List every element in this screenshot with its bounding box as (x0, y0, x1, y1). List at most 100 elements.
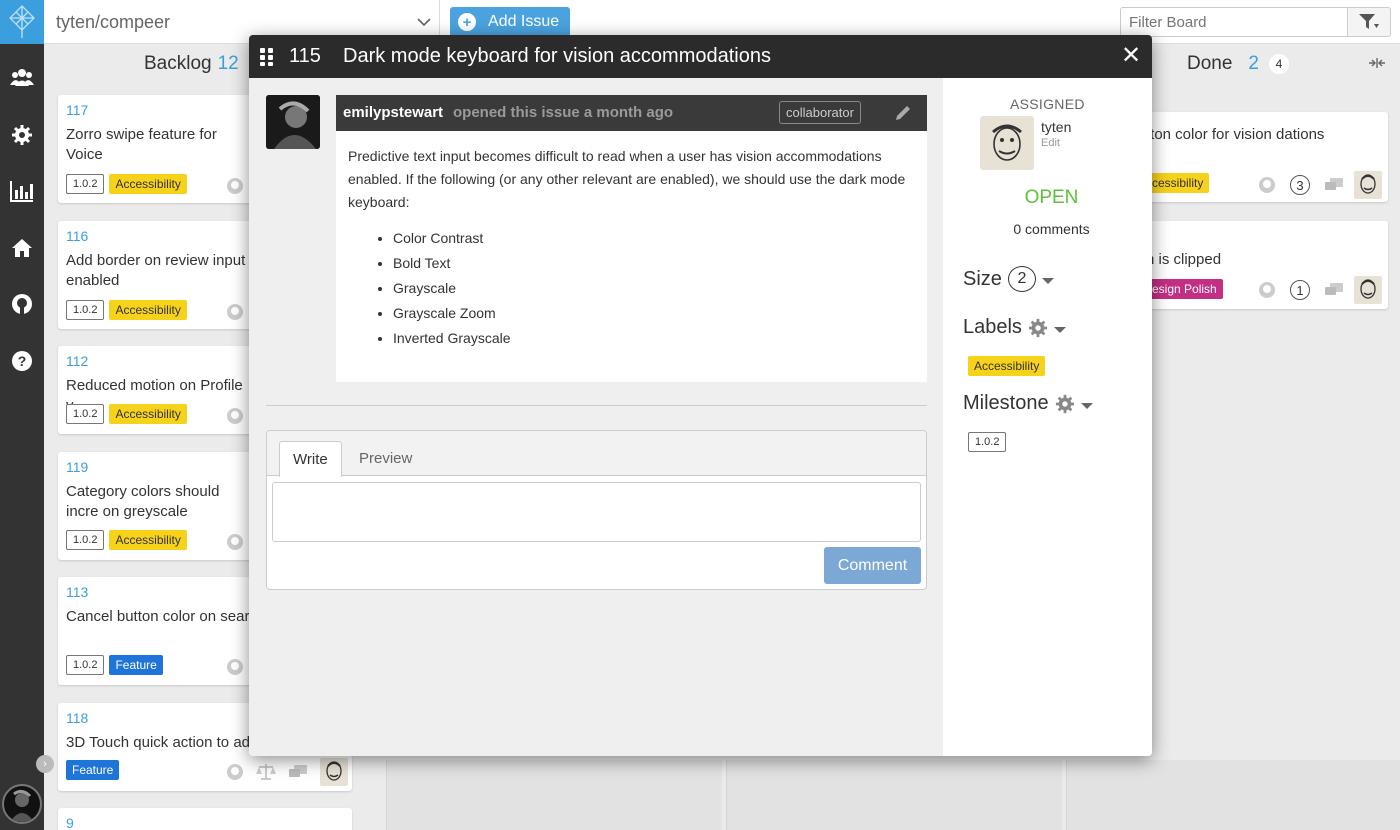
filter-board-input[interactable] (1120, 7, 1348, 37)
tab-preview[interactable]: Preview (346, 441, 425, 476)
author-avatar[interactable] (266, 95, 320, 149)
issue-title: Cancel button color on sear (66, 608, 250, 625)
issue-body-text: Predictive text input becomes difficult … (348, 148, 906, 210)
issue-title: Category colors should incre on greyscal… (66, 483, 220, 520)
github-icon[interactable] (1258, 176, 1276, 199)
issue-title: n is clipped (1146, 251, 1222, 268)
done-wip-badge: 4 (1269, 54, 1289, 74)
close-icon[interactable]: ✕ (1121, 44, 1141, 68)
labels-section: Labels (963, 316, 1066, 339)
label-tag: Accessibility (109, 530, 187, 550)
pencil-icon[interactable] (894, 104, 912, 127)
issue-card[interactable]: 9 (58, 808, 352, 830)
expand-sidebar-icon[interactable]: › (36, 755, 54, 773)
list-item: Bold Text (393, 251, 915, 276)
github-icon[interactable] (1258, 281, 1276, 304)
assignee-avatar (1354, 171, 1382, 199)
labels-gear-icon[interactable] (1028, 318, 1048, 338)
tab-write[interactable]: Write (279, 441, 342, 477)
comment-header: emilypstewart opened this issue a month … (336, 95, 927, 131)
label-tag: Accessibility (968, 356, 1046, 376)
github-icon[interactable] (226, 533, 244, 556)
backlog-title: Backlog (144, 53, 212, 74)
done-column-header: Done 2 4 (1187, 53, 1289, 75)
list-item: Inverted Grayscale (393, 326, 915, 351)
size-value[interactable]: 2 (1007, 266, 1036, 292)
comments-word: comments (1025, 221, 1090, 237)
issue-number[interactable]: 113 (66, 584, 88, 600)
comments-icon (288, 764, 308, 785)
scale-icon (256, 763, 276, 786)
label-tag: Accessibility (109, 404, 187, 424)
milestone-section: Milestone (963, 392, 1093, 415)
github-icon[interactable] (226, 763, 244, 786)
role-badge: collaborator (779, 101, 861, 124)
help-icon[interactable]: ? (9, 348, 35, 374)
list-item: Grayscale (393, 276, 915, 301)
filter-icon (1359, 14, 1379, 29)
issue-title: Zorro swipe feature for Voice (66, 126, 217, 163)
github-icon[interactable] (9, 291, 35, 317)
list-item: Grayscale Zoom (393, 301, 915, 326)
comments-icon (1324, 177, 1344, 198)
github-icon[interactable] (226, 177, 244, 200)
issue-title: Dark mode keyboard for vision accommodat… (343, 45, 771, 67)
assignee-edit-link[interactable]: Edit (1041, 137, 1060, 149)
assigned-heading: ASSIGNED (1010, 96, 1085, 112)
comment-button[interactable]: Comment (824, 547, 921, 584)
app-logo[interactable] (0, 0, 44, 44)
label-tag: Feature (109, 655, 163, 675)
drag-handle-icon[interactable] (260, 48, 274, 71)
github-icon[interactable] (226, 303, 244, 326)
add-issue-button[interactable]: + Add Issue (450, 7, 570, 37)
assignee-name: tyten (1041, 119, 1072, 135)
comments-number: 0 (1013, 221, 1022, 237)
github-icon[interactable] (226, 658, 244, 681)
comment-count: 1 (1290, 280, 1310, 300)
author-name[interactable]: emilypstewart (343, 104, 443, 121)
issue-state: OPEN (1024, 187, 1079, 208)
issue-number[interactable]: 117 (66, 102, 88, 118)
milestone-gear-icon[interactable] (1055, 394, 1075, 414)
column-background (726, 760, 1062, 830)
issue-number[interactable]: 118 (66, 710, 88, 726)
issue-number[interactable]: 9 (66, 815, 74, 830)
labels-dropdown-icon[interactable] (1053, 326, 1066, 333)
github-icon[interactable] (226, 407, 244, 430)
svg-text:?: ? (18, 353, 27, 369)
issue-number[interactable]: 116 (66, 228, 88, 244)
comment-meta: opened this issue a month ago (453, 104, 674, 121)
issue-modal: 115 Dark mode keyboard for vision accomm… (249, 35, 1152, 756)
home-icon[interactable] (9, 235, 35, 261)
assignee-avatar (1354, 276, 1382, 304)
users-icon[interactable] (9, 64, 35, 90)
issue-title: Add border on review input enabled (66, 252, 246, 289)
comments-count: 0 comments (943, 221, 1152, 237)
column-background (386, 760, 722, 830)
current-user-avatar[interactable] (2, 784, 42, 824)
filter-button[interactable] (1347, 7, 1391, 37)
backlog-column-header: Backlog 12 (144, 53, 239, 75)
assignee-avatar[interactable] (980, 116, 1034, 170)
modal-header: 115 Dark mode keyboard for vision accomm… (249, 35, 1152, 78)
label-tag: cessibility (1146, 173, 1210, 193)
done-title: Done (1187, 53, 1233, 74)
done-count: 2 (1248, 53, 1259, 74)
issue-number[interactable]: 119 (66, 459, 88, 475)
settings-gear-icon[interactable] (9, 122, 35, 148)
size-section: Size 2 (963, 266, 1054, 292)
milestone-dropdown-icon[interactable] (1080, 402, 1093, 409)
issue-title: tton color for vision dations (1146, 126, 1325, 143)
issue-sidebar: ASSIGNED tyten Edit OPEN 0 comments Size… (943, 78, 1152, 756)
comment-textarea[interactable] (272, 482, 921, 542)
collapse-column-icon[interactable] (1368, 56, 1386, 74)
size-dropdown-icon[interactable] (1041, 278, 1054, 284)
issue-title: 3D Touch quick action to ad (66, 734, 251, 751)
labels-heading: Labels (963, 316, 1022, 338)
editor-tabs: Write Preview (267, 431, 926, 477)
issue-number[interactable]: 112 (66, 353, 88, 369)
chart-icon[interactable] (9, 178, 35, 204)
comments-icon (1324, 282, 1344, 303)
add-issue-label: Add Issue (488, 13, 560, 30)
milestone-heading: Milestone (963, 392, 1049, 414)
